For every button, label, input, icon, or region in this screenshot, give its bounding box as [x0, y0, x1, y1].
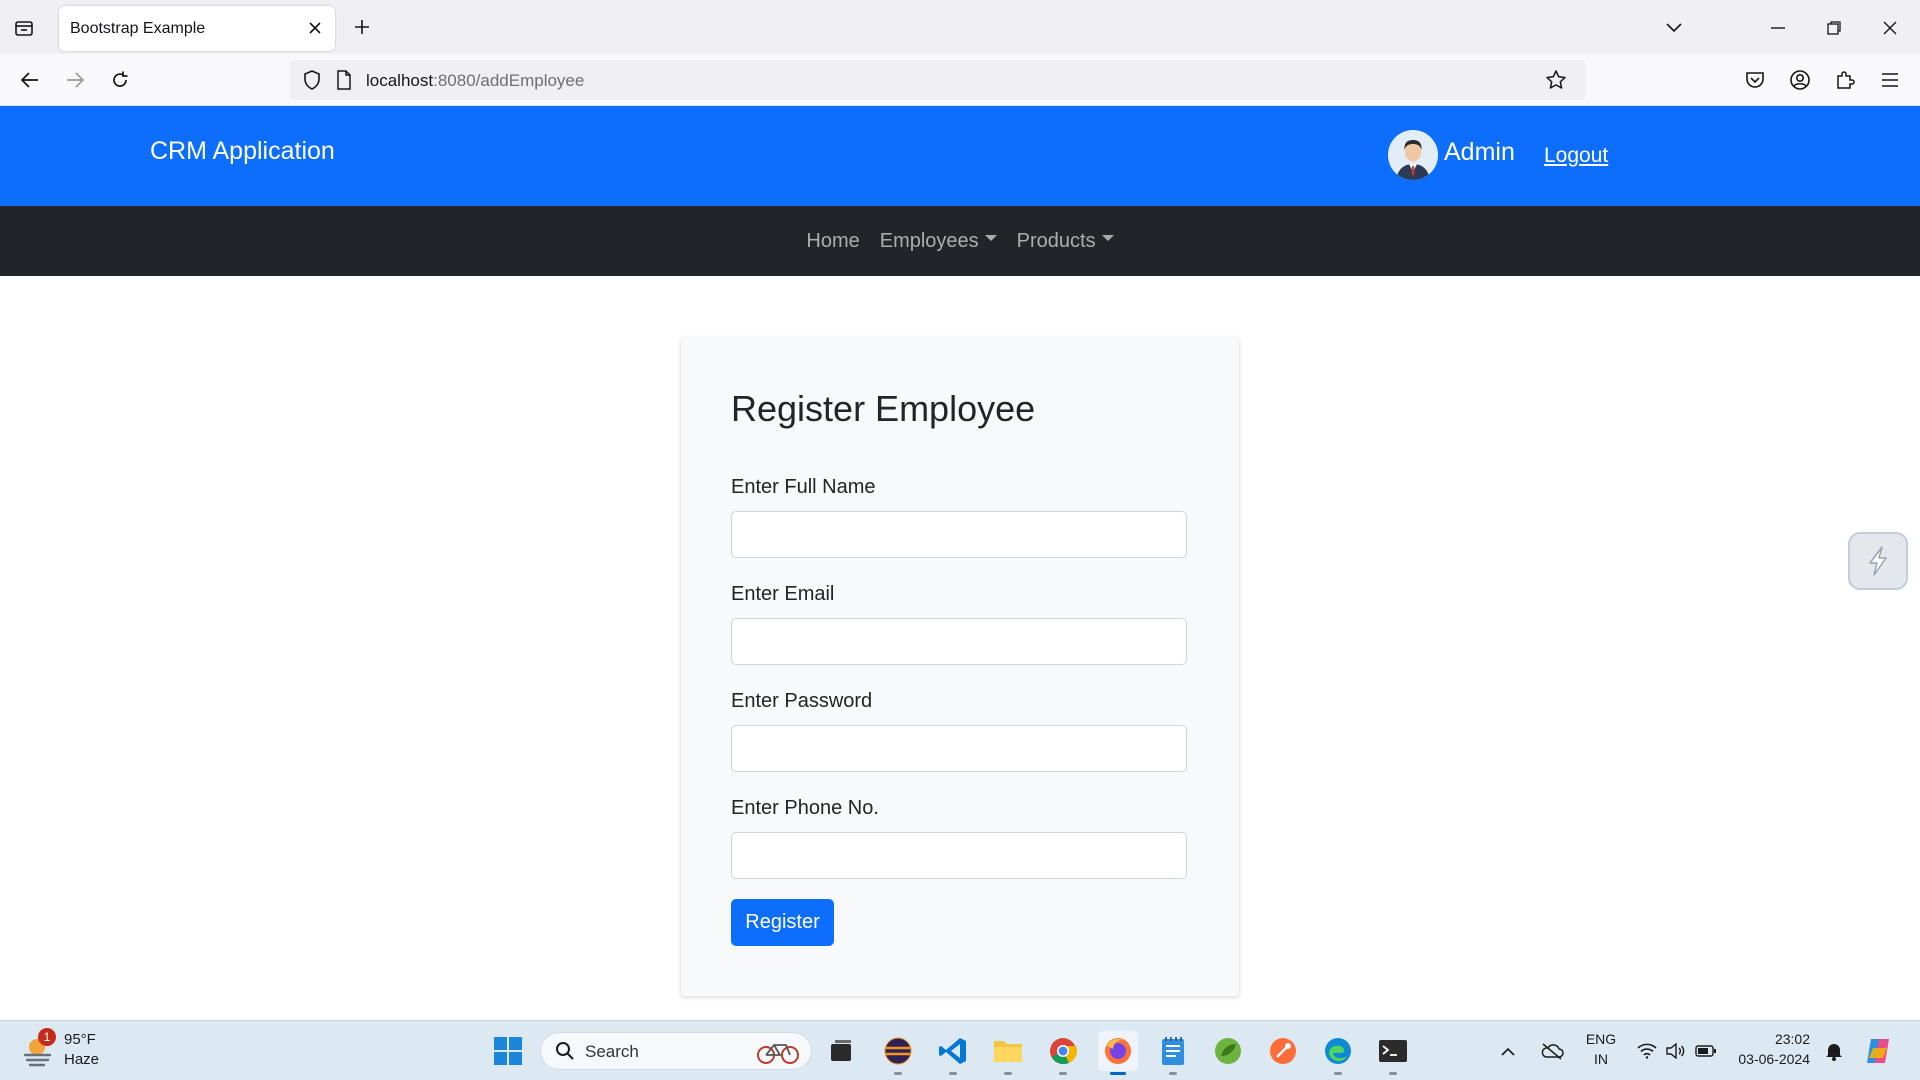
taskbar-search-box[interactable]: Search: [540, 1032, 812, 1070]
running-indicator: [1059, 1072, 1067, 1075]
pocket-icon[interactable]: [1741, 66, 1769, 94]
browser-tab-bar: Bootstrap Example: [0, 0, 1920, 54]
brand-title[interactable]: CRM Application: [150, 137, 335, 166]
vscode-icon[interactable]: [933, 1031, 973, 1075]
caret-down-icon: [984, 235, 997, 241]
password-input[interactable]: [731, 725, 1187, 772]
language-indicator-bottom[interactable]: IN: [1584, 1051, 1618, 1067]
restore-icon[interactable]: [1810, 8, 1858, 48]
password-label: Enter Password: [731, 690, 873, 712]
full-name-input[interactable]: [731, 511, 1187, 558]
admin-avatar: [1388, 130, 1438, 180]
reload-icon[interactable]: [106, 66, 134, 94]
menu-hamburger-icon[interactable]: [1876, 66, 1904, 94]
logout-link[interactable]: Logout: [1544, 144, 1608, 168]
shield-icon[interactable]: [298, 66, 326, 94]
weather-temperature: 95°F: [64, 1031, 96, 1048]
running-indicator: [1389, 1072, 1397, 1075]
terminal-icon[interactable]: [1373, 1031, 1413, 1075]
eclipse-icon[interactable]: [878, 1031, 918, 1075]
close-tab-icon[interactable]: [305, 18, 325, 38]
clock-date[interactable]: 03-06-2024: [1730, 1051, 1810, 1067]
language-indicator-top[interactable]: ENG: [1584, 1031, 1618, 1047]
running-indicator: [1169, 1072, 1177, 1075]
running-indicator: [949, 1072, 957, 1075]
new-tab-icon[interactable]: [349, 14, 375, 40]
active-window-indicator: [1110, 1072, 1126, 1075]
volume-icon[interactable]: [1665, 1031, 1687, 1071]
tab-title: Bootstrap Example: [70, 20, 206, 37]
search-icon: [551, 1037, 579, 1065]
nav-home[interactable]: Home: [796, 230, 869, 253]
onedrive-offline-icon[interactable]: [1536, 1031, 1568, 1071]
edge-icon[interactable]: [1318, 1031, 1358, 1075]
chrome-icon[interactable]: [1043, 1031, 1083, 1075]
page-icon: [330, 66, 358, 94]
tab-list-icon[interactable]: [10, 14, 38, 42]
nav-employees-label: Employees: [879, 229, 979, 252]
spring-tool-suite-icon[interactable]: [1208, 1031, 1248, 1071]
nav-products-label: Products: [1016, 229, 1096, 252]
admin-username: Admin: [1444, 138, 1515, 166]
url-text[interactable]: localhost:8080/addEmployee: [366, 71, 584, 91]
minimize-icon[interactable]: [1754, 8, 1802, 48]
wifi-icon[interactable]: [1636, 1031, 1658, 1071]
forward-arrow-icon[interactable]: [61, 66, 89, 94]
battery-icon[interactable]: [1695, 1031, 1717, 1071]
running-indicator: [1334, 1072, 1342, 1075]
weather-notification-badge: 1: [38, 1028, 56, 1046]
tray-overflow-chevron-icon[interactable]: [1493, 1031, 1523, 1071]
bookmark-star-icon[interactable]: [1542, 66, 1570, 94]
browser-toolbar: localhost:8080/addEmployee: [0, 54, 1920, 106]
back-arrow-icon[interactable]: [16, 66, 44, 94]
running-indicator: [1004, 1072, 1012, 1075]
notepad-icon[interactable]: [1153, 1031, 1193, 1075]
browser-tab[interactable]: Bootstrap Example: [59, 6, 335, 51]
email-label: Enter Email: [731, 583, 835, 605]
notification-bell-icon[interactable]: [1822, 1031, 1846, 1071]
bicycle-icon: [755, 1038, 801, 1066]
running-indicator: [894, 1072, 902, 1075]
postman-icon[interactable]: [1263, 1031, 1303, 1071]
register-button[interactable]: Register: [731, 899, 834, 946]
site-header: CRM Application Admin Logout: [0, 106, 1920, 206]
email-input[interactable]: [731, 618, 1187, 665]
main-navbar: Home Employees Products: [0, 206, 1920, 276]
extension-sidebar-lightning-icon[interactable]: [1848, 532, 1908, 590]
nav-products-dropdown[interactable]: Products: [1007, 230, 1124, 253]
extensions-icon[interactable]: [1831, 66, 1859, 94]
copilot-icon[interactable]: [1860, 1031, 1896, 1071]
full-name-label: Enter Full Name: [731, 476, 876, 498]
form-title: Register Employee: [731, 388, 1036, 429]
url-host: localhost: [366, 71, 434, 90]
clock-time[interactable]: 23:02: [1730, 1031, 1810, 1047]
url-path: :8080/addEmployee: [433, 71, 585, 90]
windows-start-icon[interactable]: [488, 1031, 528, 1071]
phone-input[interactable]: [731, 832, 1187, 879]
close-window-icon[interactable]: [1866, 8, 1914, 48]
account-icon[interactable]: [1786, 66, 1814, 94]
phone-label: Enter Phone No.: [731, 797, 879, 819]
register-employee-card: Register Employee Enter Full Name Enter …: [681, 338, 1239, 996]
tab-overflow-chevron-icon[interactable]: [1660, 14, 1688, 42]
url-bar[interactable]: localhost:8080/addEmployee: [290, 60, 1586, 100]
file-explorer-icon[interactable]: [988, 1031, 1028, 1075]
nav-employees-dropdown[interactable]: Employees: [870, 230, 1007, 253]
weather-condition: Haze: [64, 1051, 100, 1068]
search-label: Search: [585, 1042, 639, 1061]
nav-home-label: Home: [806, 229, 860, 252]
task-view-icon[interactable]: [821, 1031, 861, 1071]
windows-taskbar: 1 95°F Haze Search ENG IN 23:02 03-06-20…: [0, 1020, 1920, 1080]
firefox-icon[interactable]: [1098, 1031, 1138, 1075]
caret-down-icon: [1101, 235, 1114, 241]
